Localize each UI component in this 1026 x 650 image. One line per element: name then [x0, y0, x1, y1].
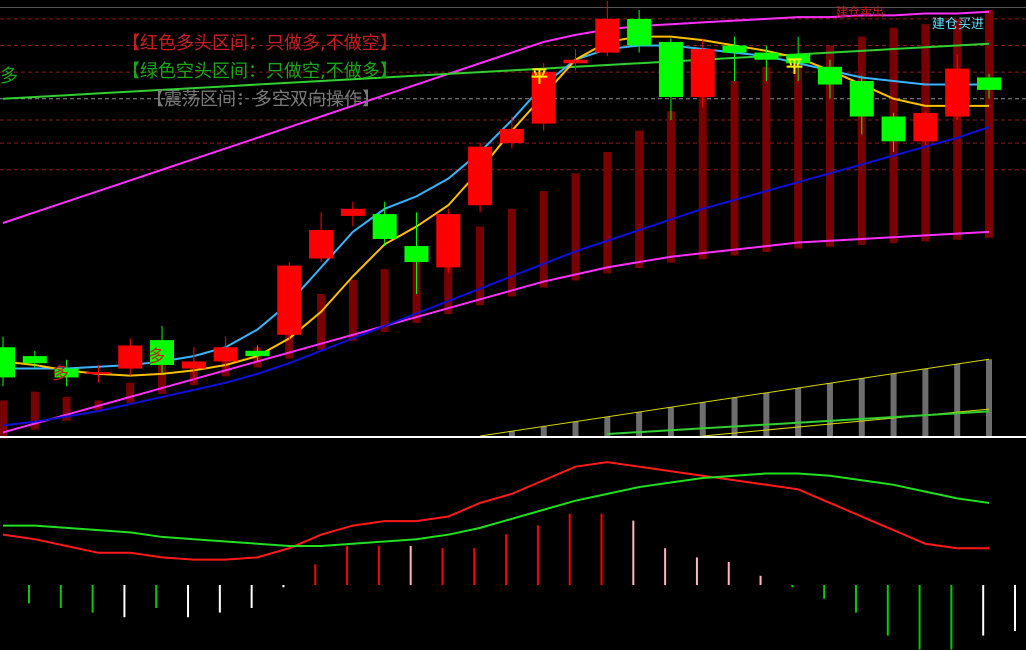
candle-body: [754, 52, 779, 60]
signal-line: [3, 472, 990, 547]
candle-body: [977, 77, 1001, 90]
volume-bar: [317, 294, 326, 350]
candle-body: [881, 116, 906, 142]
candle-body: [658, 41, 683, 97]
volume-bar: [762, 66, 771, 253]
volume-bar: [539, 191, 548, 288]
candle-body: [181, 361, 206, 369]
volume-gray-bar: [572, 421, 579, 436]
candle-body: [627, 18, 652, 46]
volume-gray-bar: [858, 378, 865, 436]
range-zone-legend: 【震荡区间：多空双向操作】: [146, 89, 380, 110]
candle-body: [118, 345, 143, 369]
candle-body: [436, 214, 461, 268]
candle-body: [499, 128, 524, 144]
volume-bar: [348, 279, 357, 341]
volume-gray-bar: [699, 402, 706, 436]
candle-body: [404, 246, 429, 263]
candle-body: [595, 18, 620, 53]
candle-body: [245, 350, 270, 357]
volume-bar: [476, 226, 485, 306]
candle-body: [22, 356, 47, 364]
long-signal-1: 多: [52, 364, 69, 384]
volume-gray-bar: [890, 373, 897, 436]
flat-signal-1: 平: [531, 67, 548, 87]
volume-bar: [698, 95, 707, 260]
flat-signal-2: 平: [786, 57, 803, 77]
candle-body: [563, 59, 588, 64]
volume-gray-bar: [731, 397, 738, 436]
candle-body: [340, 208, 365, 216]
volume-bar: [635, 130, 644, 269]
volume-gray-bar: [922, 368, 929, 436]
candle-body: [86, 372, 111, 375]
long-signal-2: 多: [148, 347, 165, 367]
volume-bar: [603, 152, 612, 274]
volume-gray-bar: [826, 383, 833, 436]
candle-body: [690, 49, 715, 97]
candle-body: [277, 265, 302, 335]
volume-bar: [571, 173, 580, 281]
volume-gray-bar: [667, 407, 674, 436]
volume-bar: [507, 208, 516, 297]
volume-gray-bar: [954, 364, 961, 436]
ma-long-line: [2, 126, 990, 427]
candle-body: [945, 68, 970, 117]
volume-gray-bar: [986, 359, 992, 436]
volume-bar: [380, 269, 389, 332]
volume-bar: [126, 382, 135, 403]
candle-body: [817, 66, 842, 85]
volume-gray-bar: [795, 388, 802, 436]
candle-body: [468, 146, 493, 206]
candle-body: [722, 45, 747, 53]
volume-gray-bar: [540, 426, 547, 436]
panel-divider: [0, 436, 1026, 438]
edge-label: 多: [0, 66, 18, 87]
volume-bar: [794, 54, 803, 249]
candle-body: [0, 347, 15, 378]
volume-bar: [666, 111, 675, 263]
green-zone-legend: 【绿色空头区间：只做空,不做多】: [122, 61, 398, 82]
volume-bar: [953, 18, 962, 240]
volume-bar: [857, 36, 866, 245]
candle-body: [849, 81, 874, 117]
volume-bar: [730, 81, 739, 256]
close-signal: 建仓卖出: [836, 5, 885, 19]
candle-body: [309, 230, 334, 259]
channel-lower-line: [2, 230, 990, 434]
open-buy-signal: 建仓买进: [932, 17, 985, 32]
candle-body: [913, 112, 938, 142]
candle-body: [213, 347, 238, 362]
candle-body: [372, 214, 397, 239]
red-zone-legend: 【红色多头区间：只做多,不做空】: [122, 33, 398, 54]
